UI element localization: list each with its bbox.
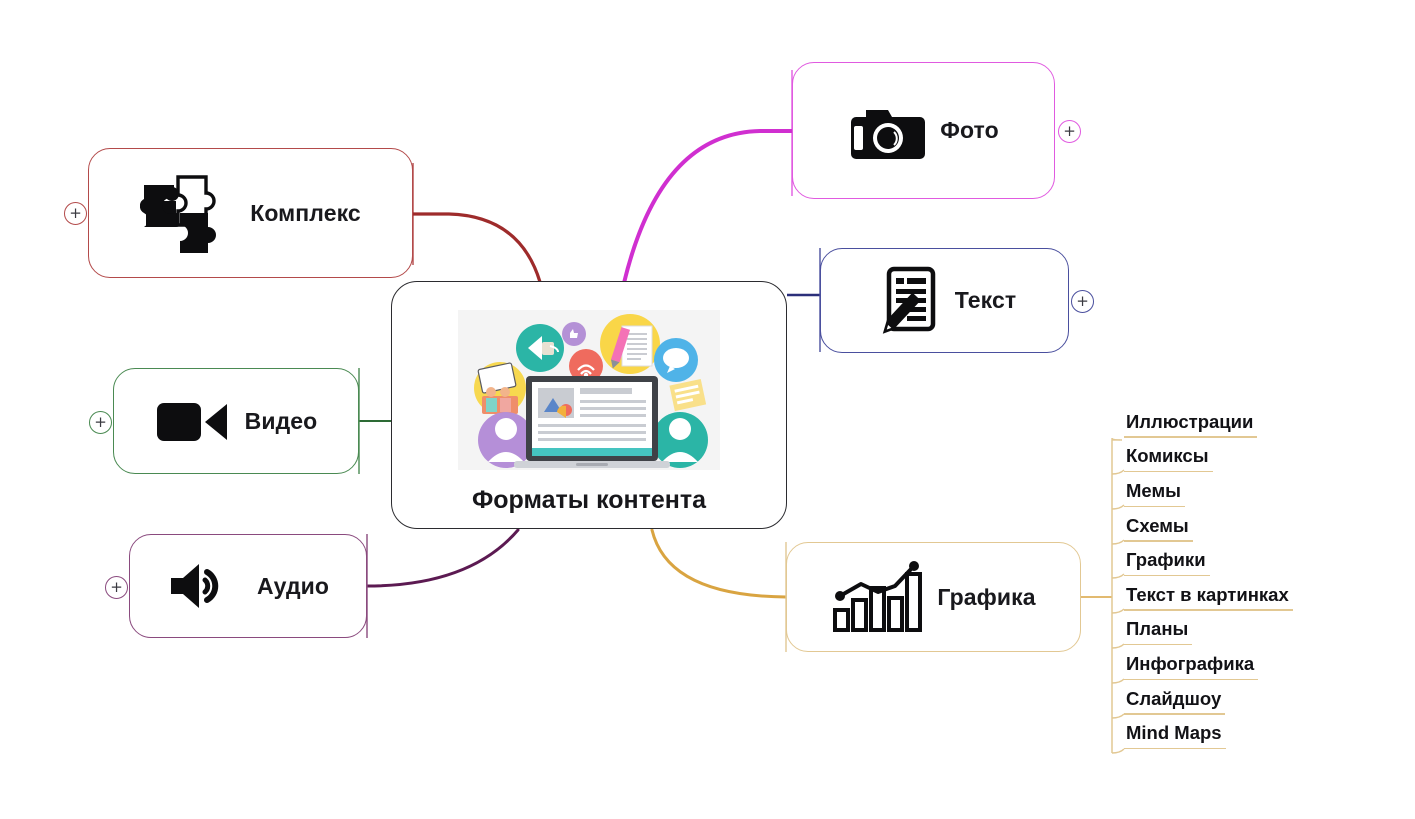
document-pencil-icon xyxy=(873,265,941,337)
puzzle-icon xyxy=(140,167,236,259)
illustration-svg xyxy=(458,309,720,470)
list-item[interactable]: Схемы xyxy=(1112,510,1293,545)
branch-label-foto: Фото xyxy=(940,117,999,143)
expander-audio[interactable]: + xyxy=(105,576,128,599)
leaf-label: Схемы xyxy=(1124,515,1193,542)
wire-kompleks xyxy=(411,212,542,284)
branch-label-grafika: Графика xyxy=(937,583,1036,610)
leaf-label: Иллюстрации xyxy=(1124,411,1258,438)
camera-icon xyxy=(848,100,926,162)
grafika-children-list: Иллюстрации Комиксы Мемы Схемы Графики Т… xyxy=(1112,406,1293,752)
branch-node-grafika[interactable]: Графика xyxy=(786,542,1081,652)
leaf-label: Планы xyxy=(1124,618,1193,646)
branch-label-tekst: Текст xyxy=(954,287,1017,313)
list-item[interactable]: Слайдшоу xyxy=(1112,683,1293,718)
branch-label-kompleks: Комплекс xyxy=(250,199,361,226)
list-item[interactable]: Мемы xyxy=(1112,475,1293,510)
expander-tekst[interactable]: + xyxy=(1071,290,1094,313)
video-camera-icon xyxy=(155,397,231,445)
central-node[interactable]: Форматы контента xyxy=(391,281,787,529)
list-item[interactable]: Текст в картинках xyxy=(1112,579,1293,614)
wire-audio xyxy=(365,528,520,588)
branch-node-audio[interactable]: Аудио xyxy=(129,534,367,638)
speaker-icon xyxy=(167,560,243,612)
branch-label-audio: Аудио xyxy=(256,572,330,599)
leaf-label: Mind Maps xyxy=(1124,722,1226,750)
expander-kompleks[interactable]: + xyxy=(64,202,87,225)
leaf-label: Инфографика xyxy=(1124,653,1259,680)
branch-label-video: Видео xyxy=(244,407,318,434)
leaf-label: Комиксы xyxy=(1124,445,1213,473)
leaf-label: Слайдшоу xyxy=(1124,688,1226,715)
expander-video[interactable]: + xyxy=(89,411,112,434)
mindmap-canvas: Форматы контента Комплекс + Фото + Текст… xyxy=(0,0,1415,819)
wire-foto xyxy=(622,129,794,285)
list-item[interactable]: Инфографика xyxy=(1112,648,1293,683)
list-item[interactable]: Планы xyxy=(1112,614,1293,649)
bar-chart-icon xyxy=(831,560,923,634)
list-item[interactable]: Mind Maps xyxy=(1112,717,1293,752)
branch-node-kompleks[interactable]: Комплекс xyxy=(88,148,413,278)
list-item[interactable]: Иллюстрации xyxy=(1112,406,1293,441)
leaf-label: Мемы xyxy=(1124,480,1185,507)
list-item[interactable]: Комиксы xyxy=(1112,441,1293,476)
content-formats-illustration xyxy=(458,309,720,470)
expander-foto[interactable]: + xyxy=(1058,120,1081,143)
branch-node-video[interactable]: Видео xyxy=(113,368,359,474)
wire-grafika xyxy=(650,528,788,599)
branch-node-foto[interactable]: Фото xyxy=(792,62,1055,199)
page-title: Форматы контента xyxy=(471,485,707,514)
leaf-label: Графики xyxy=(1124,549,1210,577)
leaf-label: Текст в картинках xyxy=(1124,584,1293,611)
branch-node-tekst[interactable]: Текст xyxy=(820,248,1069,353)
list-item[interactable]: Графики xyxy=(1112,544,1293,579)
